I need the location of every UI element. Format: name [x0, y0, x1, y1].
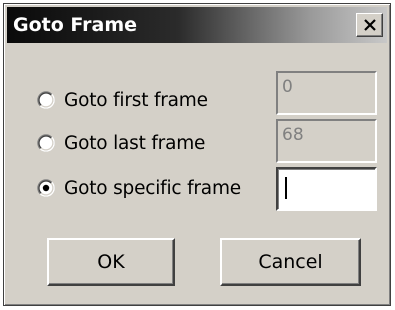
radio-goto-specific-frame[interactable]: Goto specific frame	[37, 174, 241, 202]
radio-label-last-frame: Goto last frame	[64, 132, 206, 154]
last-frame-field: 68	[276, 119, 377, 163]
title-bar[interactable]: Goto Frame	[7, 7, 387, 43]
radio-label-specific-frame: Goto specific frame	[64, 177, 241, 199]
close-button[interactable]	[356, 13, 383, 37]
ok-button[interactable]: OK	[47, 238, 175, 286]
close-icon	[363, 19, 377, 31]
text-caret	[285, 177, 287, 199]
first-frame-value: 0	[282, 77, 293, 97]
cancel-button[interactable]: Cancel	[220, 238, 361, 286]
radio-button-unselected-icon[interactable]	[37, 134, 55, 152]
radio-goto-last-frame[interactable]: Goto last frame	[37, 129, 205, 157]
radio-label-first-frame: Goto first frame	[64, 89, 208, 111]
radio-goto-first-frame[interactable]: Goto first frame	[37, 86, 208, 114]
dialog-title: Goto Frame	[13, 14, 138, 36]
radio-button-unselected-icon[interactable]	[37, 91, 55, 109]
first-frame-field: 0	[276, 71, 377, 115]
radio-button-selected-icon[interactable]	[37, 179, 55, 197]
last-frame-value: 68	[282, 125, 304, 145]
specific-frame-input[interactable]	[276, 167, 377, 211]
goto-frame-dialog: Goto Frame Goto first frame 0 Goto last …	[3, 3, 391, 306]
